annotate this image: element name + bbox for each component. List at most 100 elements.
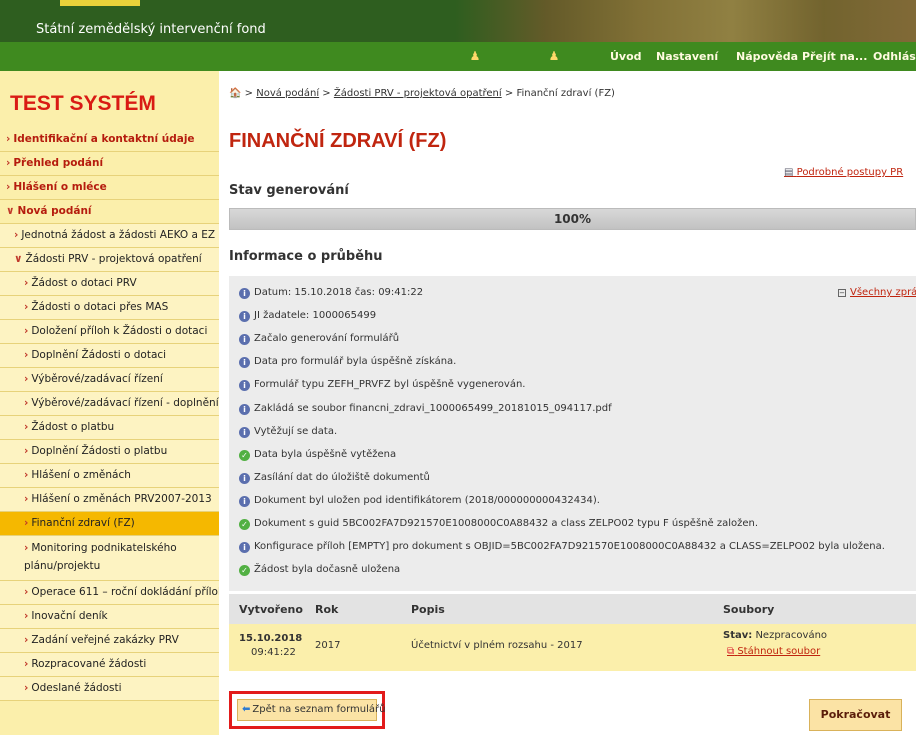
chevron-down-icon: ∨: [14, 253, 23, 265]
logo-strip: [60, 0, 140, 6]
check-circle-icon: ✓: [239, 565, 250, 577]
sidebar-item-1[interactable]: › Přehled podání: [0, 152, 219, 176]
system-title: TEST SYSTÉM: [10, 92, 156, 115]
log-message: i Zasílání dat do úložiště dokumentů: [239, 472, 430, 484]
sidebar-item-14[interactable]: › Hlášení o změnách: [0, 464, 219, 488]
all-messages-toggle[interactable]: −Všechny zprávy: [838, 287, 916, 298]
chevron-right-icon: ›: [6, 133, 11, 145]
sidebar-item-3[interactable]: ∨ Nová podání: [0, 200, 219, 224]
sidebar-item-15[interactable]: › Hlášení o změnách PRV2007-2013: [0, 488, 219, 512]
chevron-right-icon: ›: [24, 421, 29, 433]
log-message: i Zakládá se soubor financni_zdravi_10000…: [239, 403, 612, 415]
chevron-right-icon: ›: [24, 542, 29, 554]
sidebar-item-18[interactable]: › Operace 611 – roční dokládání příloh: [0, 581, 219, 605]
chevron-right-icon: ›: [24, 397, 29, 409]
chevron-right-icon: ›: [6, 181, 11, 193]
sidebar-item-7[interactable]: › Žádosti o dotaci přes MAS: [0, 296, 219, 320]
user-icon[interactable]: ♟: [468, 49, 482, 63]
breadcrumb-zadosti-prv[interactable]: Žádosti PRV - projektová opatření: [334, 88, 502, 99]
sidebar-item-21[interactable]: › Rozpracované žádosti: [0, 653, 219, 677]
info-circle-icon: i: [239, 357, 250, 369]
chevron-right-icon: ›: [24, 301, 29, 313]
chevron-right-icon: ›: [24, 277, 29, 289]
sidebar-item-13[interactable]: › Doplnění Žádosti o platbu: [0, 440, 219, 464]
sidebar-item-9[interactable]: › Doplnění Žádosti o dotaci: [0, 344, 219, 368]
col-rok: Rok: [315, 603, 339, 616]
check-circle-icon: ✓: [239, 519, 250, 530]
cell-date: 15.10.2018: [239, 633, 303, 644]
sidebar-item-11[interactable]: › Výběrové/zadávací řízení - doplnění: [0, 392, 219, 416]
sidebar-item-2[interactable]: › Hlášení o mléce: [0, 176, 219, 200]
top-nav: ♟ ♟ Úvod Nastavení Nápověda Přejít na...…: [0, 42, 916, 71]
breadcrumb-current: Finanční zdraví (FZ): [516, 88, 615, 99]
log-box: −Všechny zprávy iDatum: 15.10.2018 čas: …: [229, 276, 916, 591]
pdf-icon: ⧉: [727, 646, 735, 657]
progress-label: 100%: [553, 212, 592, 226]
nav-prejit-na[interactable]: Přejít na...: [802, 50, 867, 63]
log-title: Informace o průběhu: [229, 249, 383, 264]
page-title: FINANČNÍ ZDRAVÍ (FZ): [229, 130, 447, 152]
collapse-icon: −: [838, 289, 846, 297]
nav-nastaveni[interactable]: Nastavení: [656, 50, 718, 63]
back-button-highlight: ⬅ Zpět na seznam formulářů: [229, 691, 386, 729]
guide-link[interactable]: ▤ Podrobné postupy PR: [784, 167, 903, 178]
log-message: i JI žadatele: 1000065499: [239, 310, 376, 323]
info-circle-icon: i: [239, 426, 250, 438]
sidebar-item-12[interactable]: › Žádost o platbu: [0, 416, 219, 440]
progress-bar: 100%: [229, 208, 916, 230]
nav-odhlasit[interactable]: Odhlásit: [873, 50, 916, 63]
sidebar-item-6[interactable]: › Žádost o dotaci PRV: [0, 272, 219, 296]
info-circle-icon: i: [239, 380, 250, 392]
info-circle-icon: i: [239, 334, 250, 346]
sidebar-item-5[interactable]: ∨ Žádosti PRV - projektová opatření: [0, 248, 219, 272]
main-content: 🏠 > Nová podání > Žádosti PRV - projekto…: [229, 71, 916, 735]
info-circle-icon: i: [239, 403, 250, 415]
sidebar-item-16[interactable]: › Finanční zdraví (FZ): [0, 512, 219, 536]
sidebar-item-19[interactable]: › Inovační deník: [0, 605, 219, 629]
chevron-right-icon: ›: [24, 634, 29, 646]
sidebar-menu: › Identifikační a kontaktní údaje › Přehled…: [0, 128, 219, 701]
download-link[interactable]: ⧉ Stáhnout soubor: [727, 646, 820, 657]
info-circle-icon: i: [239, 495, 250, 507]
back-button[interactable]: ⬅ Zpět na seznam formulářů: [237, 699, 386, 721]
chevron-right-icon: ›: [24, 517, 29, 529]
log-message: i Data pro formulář byla úspěšně získána.: [239, 356, 456, 369]
log-message: i Začalo generování formulářů: [239, 333, 399, 346]
breadcrumb-nova-podani[interactable]: Nová podání: [256, 88, 319, 99]
user-settings-icon[interactable]: ♟: [547, 49, 561, 63]
chevron-right-icon: ›: [24, 349, 29, 361]
home-icon[interactable]: 🏠: [229, 88, 241, 99]
org-name: Státní zemědělský intervenční fond: [36, 22, 266, 37]
chevron-right-icon: ›: [24, 493, 29, 505]
log-message: ✓ Žádost byla dočasně uložena: [239, 564, 400, 577]
nav-napoveda[interactable]: Nápověda: [736, 50, 798, 63]
arrow-left-icon: ⬅: [242, 704, 251, 715]
chevron-down-icon: ∨: [6, 205, 15, 217]
chevron-right-icon: ›: [24, 469, 29, 481]
sidebar-item-0[interactable]: › Identifikační a kontaktní údaje: [0, 128, 219, 152]
chevron-right-icon: ›: [14, 229, 19, 241]
log-message: i Dokument byl uložen pod identifikátorem…: [239, 495, 600, 507]
chevron-right-icon: ›: [24, 325, 29, 337]
chevron-right-icon: ›: [6, 157, 11, 169]
sidebar-item-10[interactable]: › Výběrové/zadávací řízení: [0, 368, 219, 392]
cell-year: 2017: [315, 640, 341, 651]
col-popis: Popis: [411, 603, 445, 616]
continue-button[interactable]: Pokračovat: [809, 699, 902, 731]
info-circle-icon: i: [239, 311, 250, 323]
sidebar-item-22[interactable]: › Odeslané žádosti: [0, 677, 219, 701]
sidebar-item-20[interactable]: › Zadání veřejné zakázky PRV: [0, 629, 219, 653]
log-message: i Datum: 15.10.2018 čas: 09:41:22: [239, 287, 423, 299]
sidebar-item-8[interactable]: › Doložení příloh k Žádosti o dotaci: [0, 320, 219, 344]
log-message: i Formulář typu ZEFH_PRVFZ byl úspěšně vy…: [239, 379, 525, 392]
info-circle-icon: i: [239, 472, 250, 484]
cell-time: 09:41:22: [251, 647, 296, 658]
check-circle-icon: ✓: [239, 449, 250, 461]
chevron-right-icon: ›: [24, 610, 29, 622]
col-vytvoreno: Vytvořeno: [239, 603, 303, 616]
chevron-right-icon: ›: [24, 445, 29, 457]
sidebar-item-4[interactable]: › Jednotná žádost a žádosti AEKO a EZ: [0, 224, 219, 248]
nav-uvod[interactable]: Úvod: [610, 50, 642, 63]
sidebar-item-17[interactable]: › Monitoring podnikatelského plánu/projek…: [0, 536, 219, 581]
table-header: Vytvořeno Rok Popis Soubory: [229, 594, 916, 624]
